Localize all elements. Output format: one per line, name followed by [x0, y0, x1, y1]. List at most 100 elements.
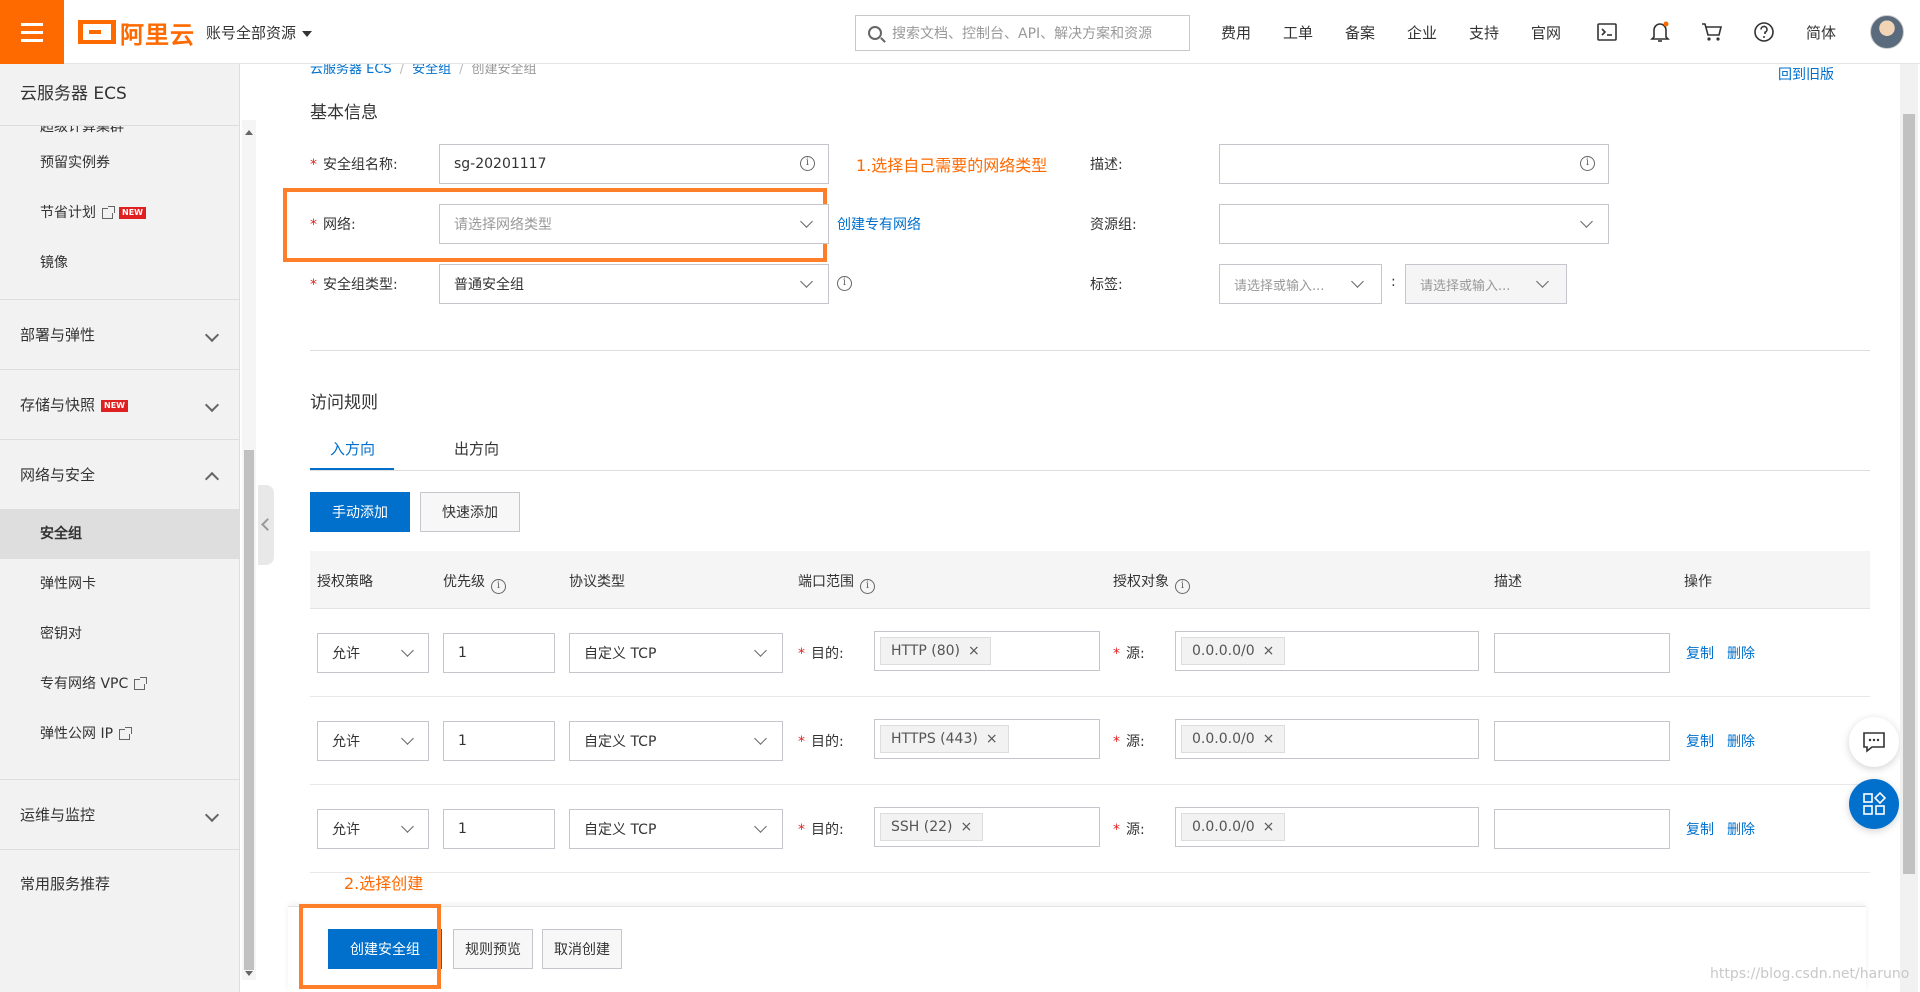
resource-group-select[interactable]: [1219, 204, 1609, 244]
info-icon: i: [1175, 579, 1190, 594]
priority-input[interactable]: 1: [443, 809, 555, 849]
close-icon[interactable]: ×: [1263, 819, 1275, 835]
sidebar-group-recommended[interactable]: 常用服务推荐: [0, 849, 239, 919]
cart-icon[interactable]: [1700, 20, 1724, 44]
back-to-old-version-link[interactable]: 回到旧版: [1778, 64, 1834, 84]
sg-name-input[interactable]: sg-20201117: [439, 144, 829, 184]
tab-inbound[interactable]: 入方向: [330, 438, 375, 459]
hamburger-menu-button[interactable]: [0, 0, 64, 64]
policy-select[interactable]: 允许: [317, 809, 429, 849]
source-label: * 源:: [1113, 734, 1145, 750]
manual-add-button[interactable]: 手动添加: [310, 492, 410, 532]
sidebar-item-eni[interactable]: 弹性网卡: [0, 559, 239, 609]
sidebar-item-reserved-instance[interactable]: 预留实例券: [0, 138, 239, 188]
rules-table-header: 授权策略 优先级 i 协议类型 端口范围 i 授权对象 i 描述 操作: [310, 551, 1870, 609]
feedback-chat-button[interactable]: [1849, 717, 1899, 767]
sidebar-item-keypair[interactable]: 密钥对: [0, 609, 239, 659]
tabs-divider: [310, 470, 1870, 471]
apps-icon: [1863, 792, 1886, 815]
priority-value: 1: [458, 821, 467, 837]
rule-description-input[interactable]: [1494, 633, 1670, 673]
nav-support[interactable]: 支持: [1469, 22, 1499, 43]
external-link-icon: [119, 726, 133, 740]
create-vpc-link[interactable]: 创建专有网络: [837, 214, 921, 234]
cancel-create-button[interactable]: 取消创建: [542, 929, 622, 969]
delete-rule-link[interactable]: 删除: [1727, 643, 1755, 663]
close-icon[interactable]: ×: [961, 819, 973, 835]
preview-rules-button[interactable]: 规则预览: [453, 929, 533, 969]
aliyun-logo[interactable]: 阿里云: [78, 16, 195, 49]
sidebar-item-label: 弹性网卡: [40, 576, 96, 592]
scroll-up-icon[interactable]: [245, 130, 253, 135]
sidebar-item-label: 弹性公网 IP: [40, 726, 114, 742]
nav-icp[interactable]: 备案: [1345, 22, 1375, 43]
copy-rule-link[interactable]: 复制: [1686, 819, 1714, 839]
sidebar-item-vpc[interactable]: 专有网络 VPC: [0, 659, 239, 709]
protocol-select[interactable]: 自定义 TCP: [569, 721, 783, 761]
sidebar-scrollbar[interactable]: [242, 120, 256, 980]
sidebar-group-network-security[interactable]: 网络与安全: [0, 439, 239, 509]
sidebar-item-label: 预留实例券: [40, 155, 110, 171]
scrollbar-thumb[interactable]: [1903, 114, 1915, 874]
priority-value: 1: [458, 733, 467, 749]
protocol-select[interactable]: 自定义 TCP: [569, 633, 783, 673]
copy-rule-link[interactable]: 复制: [1686, 643, 1714, 663]
chevron-down-icon: [204, 397, 220, 413]
main-scrollbar[interactable]: [1900, 64, 1918, 992]
policy-select[interactable]: 允许: [317, 721, 429, 761]
nav-official-site[interactable]: 官网: [1531, 22, 1561, 43]
section-divider: [310, 350, 1870, 351]
quick-apps-button[interactable]: [1849, 779, 1899, 829]
breadcrumb-ecs[interactable]: 云服务器 ECS: [310, 64, 392, 77]
sidebar-group-ops-monitor[interactable]: 运维与监控: [0, 779, 239, 849]
protocol-value: 自定义 TCP: [584, 734, 657, 750]
sidebar-item-partial[interactable]: 超级计算集群: [0, 126, 239, 138]
language-switch[interactable]: 简体: [1806, 22, 1836, 43]
sidebar-item-images[interactable]: 镜像: [0, 238, 239, 288]
bell-icon[interactable]: [1648, 20, 1672, 44]
menu-icon: [21, 22, 43, 42]
global-search-input[interactable]: 搜索文档、控制台、API、解决方案和资源: [855, 15, 1190, 51]
copy-rule-link[interactable]: 复制: [1686, 731, 1714, 751]
watermark: https://blog.csdn.net/haruno: [1710, 966, 1910, 982]
nav-enterprise[interactable]: 企业: [1407, 22, 1437, 43]
close-icon[interactable]: ×: [968, 643, 980, 659]
close-icon[interactable]: ×: [1263, 731, 1275, 747]
tag-separator: :: [1391, 274, 1396, 290]
help-icon[interactable]: [1752, 20, 1776, 44]
network-type-select[interactable]: 请选择网络类型: [439, 204, 829, 244]
scroll-down-icon[interactable]: [245, 971, 253, 976]
col-priority: 优先级 i: [443, 571, 506, 594]
col-port-range: 端口范围 i: [798, 571, 875, 594]
delete-rule-link[interactable]: 删除: [1727, 731, 1755, 751]
policy-select[interactable]: 允许: [317, 633, 429, 673]
quick-add-button[interactable]: 快速添加: [420, 492, 520, 532]
scrollbar-thumb[interactable]: [244, 450, 254, 970]
close-icon[interactable]: ×: [1263, 643, 1275, 659]
port-tag-text: HTTPS (443): [891, 731, 978, 747]
rule-description-input[interactable]: [1494, 809, 1670, 849]
terminal-icon[interactable]: [1595, 20, 1619, 44]
network-placeholder: 请选择网络类型: [454, 217, 552, 233]
resource-group-label: 资源组:: [1090, 217, 1137, 233]
sidebar-group-deployment[interactable]: 部署与弹性: [0, 299, 239, 369]
nav-tickets[interactable]: 工单: [1283, 22, 1313, 43]
protocol-select[interactable]: 自定义 TCP: [569, 809, 783, 849]
description-input[interactable]: [1219, 144, 1609, 184]
sidebar-item-savings-plan[interactable]: 节省计划 NEW: [0, 188, 239, 238]
breadcrumb-security-group[interactable]: 安全组: [412, 64, 451, 77]
user-avatar[interactable]: [1870, 15, 1904, 49]
tab-outbound[interactable]: 出方向: [454, 438, 499, 459]
close-icon[interactable]: ×: [986, 731, 998, 747]
sidebar-item-security-group[interactable]: 安全组: [0, 509, 239, 559]
sidebar-item-eip[interactable]: 弹性公网 IP: [0, 709, 239, 759]
collapse-sidebar-tab[interactable]: [258, 485, 274, 565]
nav-fees[interactable]: 费用: [1221, 22, 1251, 43]
priority-input[interactable]: 1: [443, 721, 555, 761]
delete-rule-link[interactable]: 删除: [1727, 819, 1755, 839]
priority-input[interactable]: 1: [443, 633, 555, 673]
account-resources-dropdown[interactable]: 账号全部资源: [206, 22, 313, 43]
sidebar-group-storage[interactable]: 存储与快照 NEW: [0, 369, 239, 439]
rule-description-input[interactable]: [1494, 721, 1670, 761]
sg-type-select[interactable]: 普通安全组: [439, 264, 829, 304]
